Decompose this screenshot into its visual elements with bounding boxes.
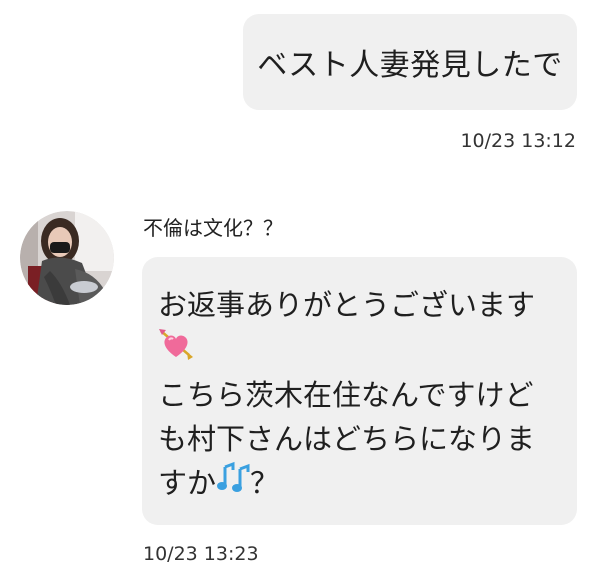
outgoing-message-text: ベスト人妻発見したで <box>257 48 563 83</box>
avatar[interactable] <box>20 211 114 305</box>
message-line-2 <box>158 327 563 373</box>
message-line-5-suffix: ？ <box>250 466 280 500</box>
sender-name: 不倫は文化？？ <box>143 216 283 240</box>
incoming-message-bubble[interactable]: お返事ありがとうございます こちら茨木在住なんですけど も村下さんはどちらになり… <box>142 257 577 525</box>
message-line-5: すか ？ <box>158 461 563 505</box>
incoming-message-time: 10/23 13:23 <box>143 543 259 565</box>
message-line-4: も村下さんはどちらになりま <box>158 422 536 456</box>
outgoing-message-bubble[interactable]: ベスト人妻発見したで <box>243 14 577 110</box>
message-line-5-text: すか <box>158 466 217 500</box>
message-line-3: こちら茨木在住なんですけど <box>158 378 534 412</box>
musical-notes-icon <box>216 461 250 505</box>
message-line-1: お返事ありがとうございます <box>158 288 536 322</box>
outgoing-message-time: 10/23 13:12 <box>460 130 576 152</box>
avatar-photo-icon <box>20 211 114 305</box>
heart-with-arrow-icon <box>158 327 194 373</box>
